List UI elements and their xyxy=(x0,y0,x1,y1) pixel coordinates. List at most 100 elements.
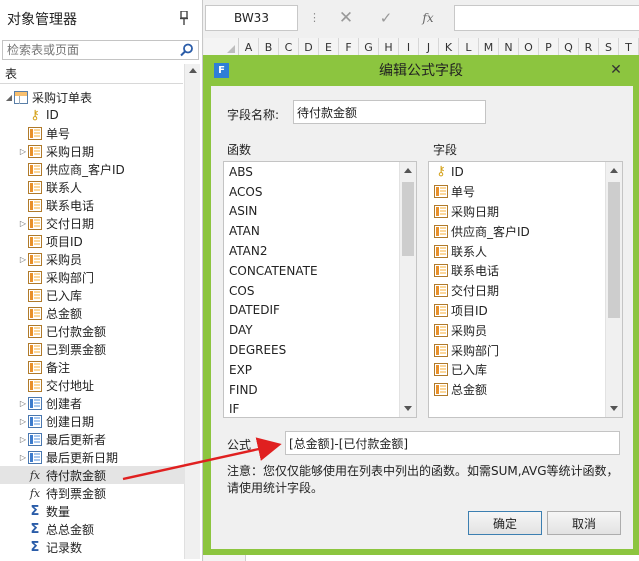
tree-item[interactable]: Σ 总总金额 xyxy=(0,520,185,538)
tree-item[interactable]: 联系人 xyxy=(0,178,185,196)
tree-item[interactable]: ▷ 创建日期 xyxy=(0,412,185,430)
field-item[interactable]: 联系电话 xyxy=(429,261,622,281)
tree-item[interactable]: 已入库 xyxy=(0,286,185,304)
column-header[interactable]: D xyxy=(299,38,319,56)
tree-item[interactable]: 联系电话 xyxy=(0,196,185,214)
fields-listbox[interactable]: ⚷ ID 单号 采购日期 供应商_客户ID 联系人 联系电话 交付日期 项目ID 采购员 采购部门已… xyxy=(428,161,623,418)
column-header[interactable]: G xyxy=(359,38,379,56)
field-item[interactable]: 交付日期 xyxy=(429,281,622,301)
cell-reference-box[interactable]: BW33 xyxy=(205,5,298,31)
tree-item[interactable]: Σ 数量 xyxy=(0,502,185,520)
expand-toggle-icon[interactable]: ▷ xyxy=(18,219,28,228)
function-item[interactable]: IF xyxy=(224,400,416,417)
function-item[interactable]: DAY xyxy=(224,320,416,340)
cancel-formula-button[interactable]: ✕ xyxy=(328,5,364,31)
scroll-thumb[interactable] xyxy=(402,182,414,256)
tree-item[interactable]: Σ 记录数 xyxy=(0,538,185,556)
tree-item[interactable]: fx 待付款金额 xyxy=(0,466,185,484)
tree-item[interactable]: 已付款金额 xyxy=(0,322,185,340)
select-all-corner[interactable] xyxy=(204,38,239,56)
tree-item[interactable]: ▷ 交付日期 xyxy=(0,214,185,232)
expand-toggle-icon[interactable]: ▷ xyxy=(18,255,28,264)
tree-item[interactable]: 已到票金额 xyxy=(0,340,185,358)
column-header[interactable]: M xyxy=(479,38,499,56)
function-item[interactable]: DEGREES xyxy=(224,340,416,360)
function-item[interactable]: ACOS xyxy=(224,182,416,202)
expand-toggle-icon[interactable]: ▷ xyxy=(18,435,28,444)
functions-listbox[interactable]: ABS ACOS ASIN ATAN ATAN2 CONCATENATE COS DATEDI… xyxy=(223,161,417,418)
expand-toggle-icon[interactable]: ▷ xyxy=(18,417,28,426)
function-item[interactable]: CONCATENATE xyxy=(224,261,416,281)
column-header[interactable]: A xyxy=(239,38,259,56)
field-item[interactable]: 总金额 xyxy=(429,380,622,400)
close-icon[interactable]: ✕ xyxy=(607,61,625,79)
column-header[interactable]: C xyxy=(279,38,299,56)
field-item[interactable]: 联系人 xyxy=(429,241,622,261)
tree-item[interactable]: ▷ 最后更新者 xyxy=(0,430,185,448)
column-header[interactable]: N xyxy=(499,38,519,56)
field-item[interactable]: 项目ID xyxy=(429,301,622,321)
function-item[interactable]: COS xyxy=(224,281,416,301)
scroll-up-icon[interactable] xyxy=(610,168,618,173)
tree-item[interactable]: 采购部门 xyxy=(0,268,185,286)
column-header[interactable]: S xyxy=(599,38,619,56)
column-header[interactable]: P xyxy=(539,38,559,56)
function-item[interactable]: FIND xyxy=(224,380,416,400)
tree-item[interactable]: ▷ 创建者 xyxy=(0,394,185,412)
scroll-up-icon[interactable] xyxy=(404,168,412,173)
ok-button[interactable]: 确定 xyxy=(468,511,542,535)
tree-item[interactable]: ◢ 采购订单表 xyxy=(0,88,185,106)
column-header[interactable]: O xyxy=(519,38,539,56)
scroll-down-icon[interactable] xyxy=(404,406,412,411)
column-header[interactable]: R xyxy=(579,38,599,56)
field-item[interactable]: 单号 xyxy=(429,182,622,202)
tree-item[interactable]: 备注 xyxy=(0,358,185,376)
column-header[interactable]: T xyxy=(619,38,639,56)
expand-toggle-icon[interactable]: ◢ xyxy=(4,93,14,102)
insert-function-button[interactable]: fx xyxy=(410,5,446,31)
search-icon[interactable] xyxy=(180,43,194,57)
column-header[interactable]: H xyxy=(379,38,399,56)
tree-item[interactable]: ⚷ ID xyxy=(0,106,185,124)
confirm-formula-button[interactable]: ✓ xyxy=(368,5,404,31)
tree-item[interactable]: ▷ 采购员 xyxy=(0,250,185,268)
field-name-input[interactable]: 待付款金额 xyxy=(293,100,486,124)
tree-item[interactable]: 交付地址 xyxy=(0,376,185,394)
cancel-button[interactable]: 取消 xyxy=(547,511,621,535)
column-header[interactable]: J xyxy=(419,38,439,56)
tree-item[interactable]: 总金额 xyxy=(0,304,185,322)
function-item[interactable]: ATAN xyxy=(224,221,416,241)
tree-item[interactable]: ▷ 最后更新日期 xyxy=(0,448,185,466)
column-header[interactable]: L xyxy=(459,38,479,56)
expand-toggle-icon[interactable]: ▷ xyxy=(18,453,28,462)
expand-toggle-icon[interactable]: ▷ xyxy=(18,399,28,408)
column-header[interactable]: Q xyxy=(559,38,579,56)
column-header[interactable]: E xyxy=(319,38,339,56)
tree-item[interactable]: 项目ID xyxy=(0,232,185,250)
scroll-up-icon[interactable] xyxy=(189,68,197,73)
tree-item[interactable]: 单号 xyxy=(0,124,185,142)
formula-input[interactable]: [总金额]-[已付款金额] xyxy=(285,431,620,455)
expand-toggle-icon[interactable]: ▷ xyxy=(18,147,28,156)
function-item[interactable]: ASIN xyxy=(224,202,416,222)
field-item[interactable]: 采购部门 xyxy=(429,340,622,360)
column-header[interactable]: I xyxy=(399,38,419,56)
functions-scrollbar[interactable] xyxy=(399,162,416,417)
field-item[interactable]: 采购日期 xyxy=(429,202,622,222)
field-item[interactable]: ⚷ ID xyxy=(429,162,622,182)
panel-scrollbar[interactable] xyxy=(184,64,200,559)
function-item[interactable]: ATAN2 xyxy=(224,241,416,261)
pin-icon[interactable] xyxy=(180,10,188,28)
tree-item[interactable]: fx 待到票金额 xyxy=(0,484,185,502)
fields-scrollbar[interactable] xyxy=(605,162,622,417)
column-header[interactable]: B xyxy=(259,38,279,56)
scroll-thumb[interactable] xyxy=(608,182,620,318)
search-input[interactable] xyxy=(7,43,177,57)
scroll-down-icon[interactable] xyxy=(610,406,618,411)
function-item[interactable]: EXP xyxy=(224,360,416,380)
field-item[interactable]: 已入库 xyxy=(429,360,622,380)
function-item[interactable]: DATEDIF xyxy=(224,301,416,321)
formula-bar-input[interactable] xyxy=(454,5,639,31)
column-header[interactable]: F xyxy=(339,38,359,56)
field-item[interactable]: 供应商_客户ID xyxy=(429,221,622,241)
